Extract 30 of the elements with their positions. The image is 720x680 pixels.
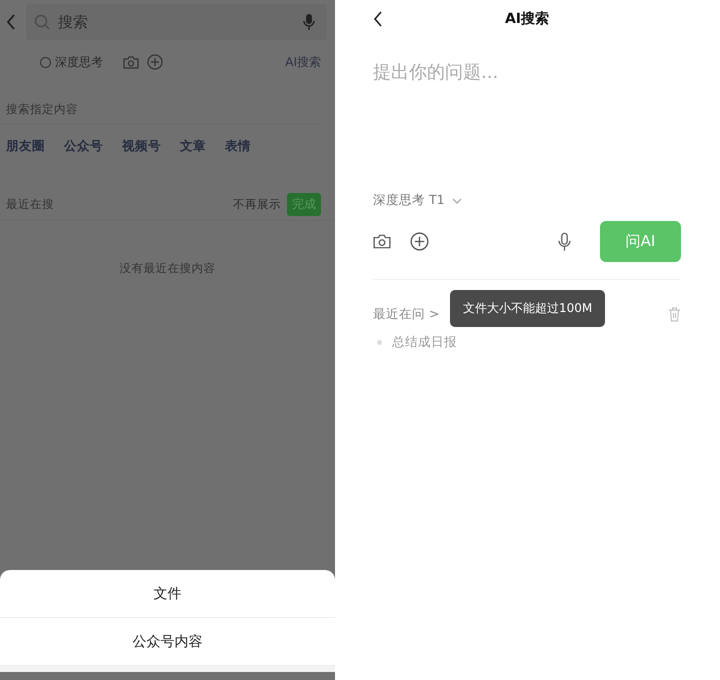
model-selector[interactable]: 深度思考 T1 xyxy=(373,192,445,209)
category-link[interactable]: 公众号 xyxy=(64,138,103,155)
plus-circle-icon[interactable] xyxy=(410,232,429,251)
bullet-icon xyxy=(377,340,382,345)
deep-think-label[interactable]: 深度思考 xyxy=(55,54,103,70)
ai-search-link[interactable]: AI搜索 xyxy=(285,54,321,70)
category-link[interactable]: 视频号 xyxy=(122,138,161,155)
section-title: 搜索指定内容 xyxy=(0,72,321,124)
camera-icon[interactable] xyxy=(373,234,391,249)
back-icon[interactable] xyxy=(373,11,383,27)
chevron-down-icon[interactable] xyxy=(452,198,462,204)
category-link[interactable]: 表情 xyxy=(225,138,251,155)
microphone-icon[interactable] xyxy=(558,232,571,252)
search-icon xyxy=(34,14,50,30)
recent-title: 最近在搜 xyxy=(6,197,54,212)
page-title: AI搜索 xyxy=(504,10,550,28)
radio-button[interactable] xyxy=(40,56,51,68)
recent-questions-link[interactable]: 最近在问 > xyxy=(373,306,440,322)
hide-link[interactable]: 不再展示 xyxy=(233,197,281,212)
empty-message: 没有最近在搜内容 xyxy=(118,261,216,276)
category-link[interactable]: 文章 xyxy=(180,138,206,155)
ask-ai-button[interactable]: 问AI xyxy=(600,221,681,262)
sheet-option[interactable]: 文件 xyxy=(0,570,335,618)
microphone-icon[interactable] xyxy=(303,13,315,31)
category-link[interactable]: 朋友圈 xyxy=(6,138,45,155)
toast-message: 文件大小不能超过100M xyxy=(450,290,606,327)
recent-question[interactable]: 总结成日报 xyxy=(392,334,457,351)
search-bar[interactable]: 搜索 xyxy=(26,4,327,40)
search-field[interactable]: 搜索 xyxy=(56,12,297,32)
trash-icon[interactable] xyxy=(668,306,681,322)
